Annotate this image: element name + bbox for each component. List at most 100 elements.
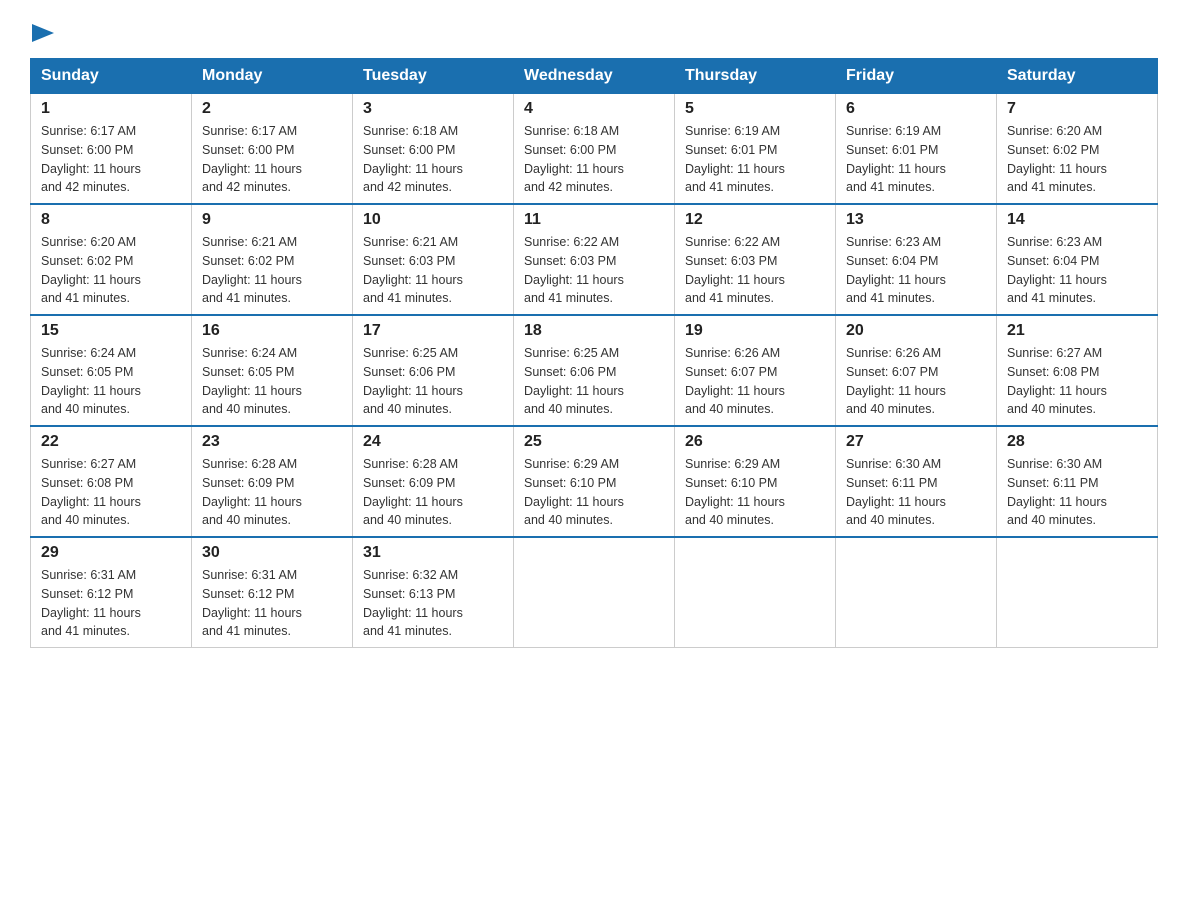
calendar-cell: 4 Sunrise: 6:18 AMSunset: 6:00 PMDaylight… xyxy=(514,94,675,205)
calendar-day-header: Monday xyxy=(192,59,353,94)
day-number: 8 xyxy=(41,211,181,229)
day-info: Sunrise: 6:30 AMSunset: 6:11 PMDaylight:… xyxy=(846,455,986,530)
day-number: 27 xyxy=(846,433,986,451)
calendar-cell: 20 Sunrise: 6:26 AMSunset: 6:07 PMDayligh… xyxy=(836,315,997,426)
day-info: Sunrise: 6:31 AMSunset: 6:12 PMDaylight:… xyxy=(41,566,181,641)
day-number: 5 xyxy=(685,100,825,118)
calendar-week-row: 8 Sunrise: 6:20 AMSunset: 6:02 PMDaylight… xyxy=(31,204,1158,315)
calendar-cell: 14 Sunrise: 6:23 AMSunset: 6:04 PMDayligh… xyxy=(997,204,1158,315)
calendar-cell: 19 Sunrise: 6:26 AMSunset: 6:07 PMDayligh… xyxy=(675,315,836,426)
calendar-cell: 15Sunrise: 6:24 AMSunset: 6:05 PMDayligh… xyxy=(31,315,192,426)
calendar-cell: 10 Sunrise: 6:21 AMSunset: 6:03 PMDayligh… xyxy=(353,204,514,315)
calendar-cell: 31 Sunrise: 6:32 AMSunset: 6:13 PMDayligh… xyxy=(353,537,514,648)
day-info: Sunrise: 6:20 AMSunset: 6:02 PMDaylight:… xyxy=(1007,122,1147,197)
calendar-header-row: SundayMondayTuesdayWednesdayThursdayFrid… xyxy=(31,59,1158,94)
day-info: Sunrise: 6:31 AMSunset: 6:12 PMDaylight:… xyxy=(202,566,342,641)
day-number: 7 xyxy=(1007,100,1147,118)
day-number: 26 xyxy=(685,433,825,451)
day-number: 1 xyxy=(41,100,181,118)
day-info: Sunrise: 6:23 AMSunset: 6:04 PMDaylight:… xyxy=(1007,233,1147,308)
day-info: Sunrise: 6:25 AMSunset: 6:06 PMDaylight:… xyxy=(363,344,503,419)
day-info: Sunrise: 6:22 AMSunset: 6:03 PMDaylight:… xyxy=(685,233,825,308)
day-number: 10 xyxy=(363,211,503,229)
day-number: 30 xyxy=(202,544,342,562)
day-number: 16 xyxy=(202,322,342,340)
calendar-cell: 2 Sunrise: 6:17 AMSunset: 6:00 PMDaylight… xyxy=(192,94,353,205)
calendar-day-header: Thursday xyxy=(675,59,836,94)
day-number: 29 xyxy=(41,544,181,562)
calendar-cell: 6 Sunrise: 6:19 AMSunset: 6:01 PMDaylight… xyxy=(836,94,997,205)
day-info: Sunrise: 6:19 AMSunset: 6:01 PMDaylight:… xyxy=(685,122,825,197)
day-info: Sunrise: 6:17 AMSunset: 6:00 PMDaylight:… xyxy=(202,122,342,197)
day-number: 17 xyxy=(363,322,503,340)
day-number: 14 xyxy=(1007,211,1147,229)
day-number: 6 xyxy=(846,100,986,118)
day-number: 9 xyxy=(202,211,342,229)
day-info: Sunrise: 6:24 AMSunset: 6:05 PMDaylight:… xyxy=(202,344,342,419)
day-number: 24 xyxy=(363,433,503,451)
day-number: 21 xyxy=(1007,322,1147,340)
calendar-cell: 1 Sunrise: 6:17 AMSunset: 6:00 PMDaylight… xyxy=(31,94,192,205)
day-info: Sunrise: 6:24 AMSunset: 6:05 PMDaylight:… xyxy=(41,344,181,419)
day-info: Sunrise: 6:29 AMSunset: 6:10 PMDaylight:… xyxy=(524,455,664,530)
calendar-day-header: Friday xyxy=(836,59,997,94)
day-number: 22 xyxy=(41,433,181,451)
calendar-cell: 30 Sunrise: 6:31 AMSunset: 6:12 PMDayligh… xyxy=(192,537,353,648)
day-info: Sunrise: 6:17 AMSunset: 6:00 PMDaylight:… xyxy=(41,122,181,197)
calendar-cell: 9Sunrise: 6:21 AMSunset: 6:02 PMDaylight… xyxy=(192,204,353,315)
calendar-cell: 17 Sunrise: 6:25 AMSunset: 6:06 PMDayligh… xyxy=(353,315,514,426)
calendar-cell: 22Sunrise: 6:27 AMSunset: 6:08 PMDayligh… xyxy=(31,426,192,537)
calendar-cell: 3 Sunrise: 6:18 AMSunset: 6:00 PMDaylight… xyxy=(353,94,514,205)
day-info: Sunrise: 6:27 AMSunset: 6:08 PMDaylight:… xyxy=(1007,344,1147,419)
day-info: Sunrise: 6:32 AMSunset: 6:13 PMDaylight:… xyxy=(363,566,503,641)
day-number: 11 xyxy=(524,211,664,229)
day-number: 3 xyxy=(363,100,503,118)
calendar-cell xyxy=(836,537,997,648)
day-info: Sunrise: 6:21 AMSunset: 6:03 PMDaylight:… xyxy=(363,233,503,308)
calendar-cell xyxy=(997,537,1158,648)
day-number: 23 xyxy=(202,433,342,451)
calendar-cell: 13Sunrise: 6:23 AMSunset: 6:04 PMDayligh… xyxy=(836,204,997,315)
day-info: Sunrise: 6:18 AMSunset: 6:00 PMDaylight:… xyxy=(524,122,664,197)
calendar-week-row: 15Sunrise: 6:24 AMSunset: 6:05 PMDayligh… xyxy=(31,315,1158,426)
calendar-cell: 25 Sunrise: 6:29 AMSunset: 6:10 PMDayligh… xyxy=(514,426,675,537)
day-info: Sunrise: 6:26 AMSunset: 6:07 PMDaylight:… xyxy=(685,344,825,419)
day-info: Sunrise: 6:28 AMSunset: 6:09 PMDaylight:… xyxy=(363,455,503,530)
calendar-cell xyxy=(514,537,675,648)
calendar-cell: 28Sunrise: 6:30 AMSunset: 6:11 PMDayligh… xyxy=(997,426,1158,537)
page-header xyxy=(30,20,1158,42)
day-number: 31 xyxy=(363,544,503,562)
logo xyxy=(30,20,54,42)
day-number: 20 xyxy=(846,322,986,340)
day-info: Sunrise: 6:26 AMSunset: 6:07 PMDaylight:… xyxy=(846,344,986,419)
day-info: Sunrise: 6:19 AMSunset: 6:01 PMDaylight:… xyxy=(846,122,986,197)
calendar-cell: 26 Sunrise: 6:29 AMSunset: 6:10 PMDayligh… xyxy=(675,426,836,537)
calendar-week-row: 22Sunrise: 6:27 AMSunset: 6:08 PMDayligh… xyxy=(31,426,1158,537)
day-number: 12 xyxy=(685,211,825,229)
day-number: 2 xyxy=(202,100,342,118)
logo-triangle-icon xyxy=(32,24,54,42)
day-info: Sunrise: 6:29 AMSunset: 6:10 PMDaylight:… xyxy=(685,455,825,530)
day-info: Sunrise: 6:28 AMSunset: 6:09 PMDaylight:… xyxy=(202,455,342,530)
calendar-cell: 24 Sunrise: 6:28 AMSunset: 6:09 PMDayligh… xyxy=(353,426,514,537)
day-info: Sunrise: 6:20 AMSunset: 6:02 PMDaylight:… xyxy=(41,233,181,308)
day-info: Sunrise: 6:30 AMSunset: 6:11 PMDaylight:… xyxy=(1007,455,1147,530)
calendar-cell: 16 Sunrise: 6:24 AMSunset: 6:05 PMDayligh… xyxy=(192,315,353,426)
calendar-cell: 18 Sunrise: 6:25 AMSunset: 6:06 PMDayligh… xyxy=(514,315,675,426)
calendar-cell: 8 Sunrise: 6:20 AMSunset: 6:02 PMDaylight… xyxy=(31,204,192,315)
calendar-cell: 11 Sunrise: 6:22 AMSunset: 6:03 PMDayligh… xyxy=(514,204,675,315)
calendar-cell xyxy=(675,537,836,648)
calendar-day-header: Wednesday xyxy=(514,59,675,94)
calendar-week-row: 29 Sunrise: 6:31 AMSunset: 6:12 PMDayligh… xyxy=(31,537,1158,648)
day-number: 4 xyxy=(524,100,664,118)
calendar-cell: 5 Sunrise: 6:19 AMSunset: 6:01 PMDaylight… xyxy=(675,94,836,205)
calendar-week-row: 1 Sunrise: 6:17 AMSunset: 6:00 PMDaylight… xyxy=(31,94,1158,205)
day-number: 25 xyxy=(524,433,664,451)
day-info: Sunrise: 6:23 AMSunset: 6:04 PMDaylight:… xyxy=(846,233,986,308)
day-info: Sunrise: 6:18 AMSunset: 6:00 PMDaylight:… xyxy=(363,122,503,197)
day-number: 18 xyxy=(524,322,664,340)
day-info: Sunrise: 6:25 AMSunset: 6:06 PMDaylight:… xyxy=(524,344,664,419)
calendar-day-header: Saturday xyxy=(997,59,1158,94)
day-info: Sunrise: 6:22 AMSunset: 6:03 PMDaylight:… xyxy=(524,233,664,308)
day-number: 19 xyxy=(685,322,825,340)
